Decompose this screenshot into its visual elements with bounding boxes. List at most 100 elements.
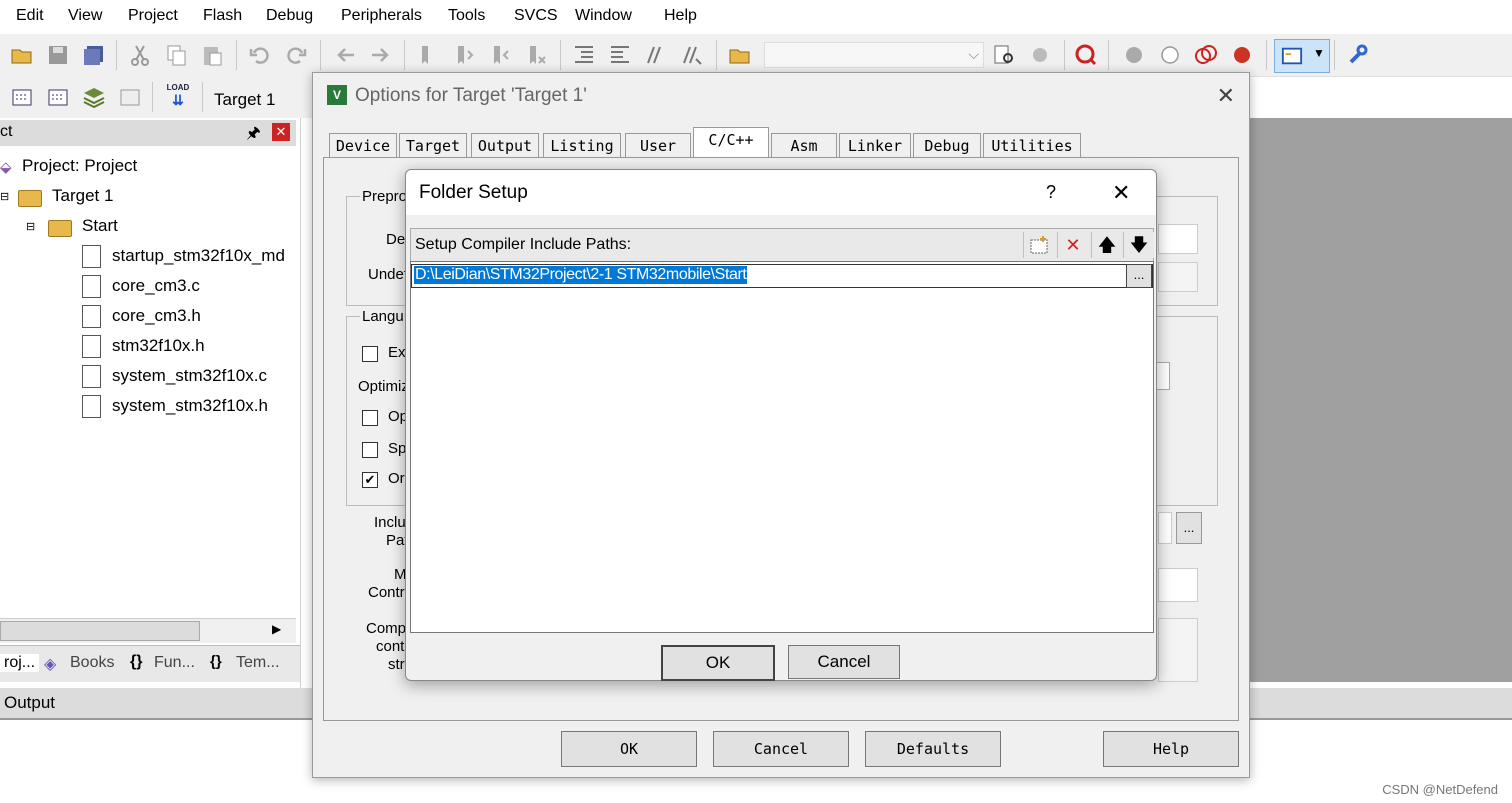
bookmark-prev-icon[interactable] <box>452 43 476 67</box>
scrollbar-thumb[interactable] <box>0 621 200 641</box>
tab-templates[interactable]: Tem... <box>236 654 280 672</box>
bookmark-icon[interactable] <box>416 43 440 67</box>
breakpoint-enable-icon[interactable] <box>1158 43 1182 67</box>
breakpoint-icon[interactable] <box>1122 43 1146 67</box>
tab-listing[interactable]: Listing <box>543 133 621 158</box>
tab-functions[interactable]: Fun... <box>154 654 195 672</box>
incremental-find-icon[interactable] <box>1028 43 1052 67</box>
split-load-checkbox[interactable] <box>362 442 378 458</box>
target-select[interactable]: Target 1 <box>214 90 275 110</box>
build-icon[interactable] <box>46 85 70 109</box>
configure-icon[interactable] <box>1346 43 1370 67</box>
bookmark-next-icon[interactable] <box>488 43 512 67</box>
disable-breakpoints-icon[interactable] <box>1194 43 1218 67</box>
menu-view[interactable]: View <box>68 7 102 25</box>
collapse-icon[interactable]: ⊟ <box>0 190 9 203</box>
include-paths-input[interactable] <box>1158 512 1172 544</box>
optimize-time-checkbox[interactable] <box>362 410 378 426</box>
save-icon[interactable] <box>46 43 70 67</box>
menu-help[interactable]: Help <box>664 7 697 25</box>
paste-icon[interactable] <box>200 43 224 67</box>
menu-peripherals[interactable]: Peripherals <box>341 7 422 25</box>
cancel-button[interactable]: Cancel <box>713 731 849 767</box>
help-button[interactable]: Help <box>1103 731 1239 767</box>
tree-file[interactable]: system_stm32f10x.h <box>112 396 268 416</box>
window-layout-button[interactable]: ▼ <box>1274 39 1330 73</box>
language-combo-edge[interactable] <box>1156 362 1170 390</box>
ok-button[interactable]: OK <box>661 645 775 681</box>
scroll-right-icon[interactable]: ▶ <box>272 622 281 636</box>
close-icon[interactable]: ✕ <box>1112 180 1130 206</box>
nav-forward-icon[interactable] <box>368 43 392 67</box>
copy-icon[interactable] <box>164 43 188 67</box>
misc-controls-input[interactable] <box>1158 568 1198 602</box>
save-all-icon[interactable] <box>82 43 106 67</box>
tree-file[interactable]: startup_stm32f10x_md <box>112 246 285 266</box>
menu-flash[interactable]: Flash <box>203 7 242 25</box>
one-elf-checkbox[interactable]: ✔ <box>362 472 378 488</box>
tree-file[interactable]: stm32f10x.h <box>112 336 205 356</box>
tab-debug[interactable]: Debug <box>913 133 981 158</box>
move-up-button[interactable]: 🡅 <box>1091 232 1122 258</box>
menu-debug[interactable]: Debug <box>266 7 313 25</box>
menu-tools[interactable]: Tools <box>448 7 485 25</box>
close-pane-icon[interactable]: ✕ <box>272 123 290 141</box>
tree-file[interactable]: core_cm3.h <box>112 306 201 326</box>
include-paths-browse-button[interactable]: ... <box>1176 512 1202 544</box>
collapse-icon[interactable]: ⊟ <box>26 220 35 233</box>
tree-file[interactable]: system_stm32f10x.c <box>112 366 267 386</box>
uncomment-icon[interactable] <box>680 43 704 67</box>
batch-build-icon[interactable] <box>118 85 142 109</box>
cancel-button[interactable]: Cancel <box>788 645 900 679</box>
menu-window[interactable]: Window <box>575 7 632 25</box>
open-folder-icon[interactable] <box>10 43 34 67</box>
indent-icon[interactable] <box>572 43 596 67</box>
comment-icon[interactable] <box>644 43 668 67</box>
menu-edit[interactable]: Edit <box>16 7 44 25</box>
undo-icon[interactable] <box>248 43 272 67</box>
nav-back-icon[interactable] <box>334 43 358 67</box>
undefine-input[interactable] <box>1158 262 1198 292</box>
download-load-icon[interactable]: LOAD ⇊ <box>164 83 192 111</box>
bookmark-clear-icon[interactable] <box>524 43 548 67</box>
find-icon[interactable] <box>992 43 1016 67</box>
tab-cc[interactable]: C/C++ <box>693 127 769 159</box>
tab-output[interactable]: Output <box>471 133 539 158</box>
horizontal-scrollbar[interactable]: ▶ <box>0 618 296 643</box>
find-in-files-icon[interactable] <box>728 43 752 67</box>
kill-breakpoints-icon[interactable] <box>1230 43 1254 67</box>
pin-icon[interactable]: 🖈 <box>246 122 261 149</box>
tab-books[interactable]: Books <box>70 654 114 672</box>
tab-asm[interactable]: Asm <box>771 133 837 158</box>
tab-user[interactable]: User <box>625 133 691 158</box>
translate-icon[interactable] <box>10 85 34 109</box>
tab-target[interactable]: Target <box>399 133 467 158</box>
path-edit-input[interactable]: D:\LeiDian\STM32Project\2-1 STM32mobile\… <box>414 266 748 284</box>
path-edit-row[interactable]: D:\LeiDian\STM32Project\2-1 STM32mobile\… <box>411 264 1153 288</box>
tree-root[interactable]: Project: Project <box>22 156 137 176</box>
path-browse-button[interactable]: ... <box>1126 264 1152 288</box>
tab-project[interactable]: roj... <box>0 654 40 672</box>
unindent-icon[interactable] <box>608 43 632 67</box>
tab-utilities[interactable]: Utilities <box>983 133 1081 158</box>
tab-linker[interactable]: Linker <box>839 133 911 158</box>
close-icon[interactable]: ✕ <box>1217 83 1235 109</box>
find-combo[interactable]: ⌵ <box>764 42 984 68</box>
tree-group[interactable]: Start <box>82 216 118 236</box>
define-input[interactable] <box>1158 224 1198 254</box>
menu-project[interactable]: Project <box>128 7 178 25</box>
help-question-icon[interactable]: ? <box>1046 182 1056 203</box>
rebuild-icon[interactable] <box>82 85 106 109</box>
ok-button[interactable]: OK <box>561 731 697 767</box>
cut-icon[interactable] <box>128 43 152 67</box>
redo-icon[interactable] <box>284 43 308 67</box>
move-down-button[interactable]: 🡇 <box>1123 232 1154 258</box>
tab-device[interactable]: Device <box>329 133 397 158</box>
tree-target[interactable]: Target 1 <box>52 186 113 206</box>
menu-svcs[interactable]: SVCS <box>514 7 558 25</box>
delete-path-button[interactable]: ✕ <box>1057 232 1088 258</box>
debug-session-icon[interactable] <box>1074 43 1098 67</box>
tree-file[interactable]: core_cm3.c <box>112 276 200 296</box>
defaults-button[interactable]: Defaults <box>865 731 1001 767</box>
execute-only-checkbox[interactable] <box>362 346 378 362</box>
